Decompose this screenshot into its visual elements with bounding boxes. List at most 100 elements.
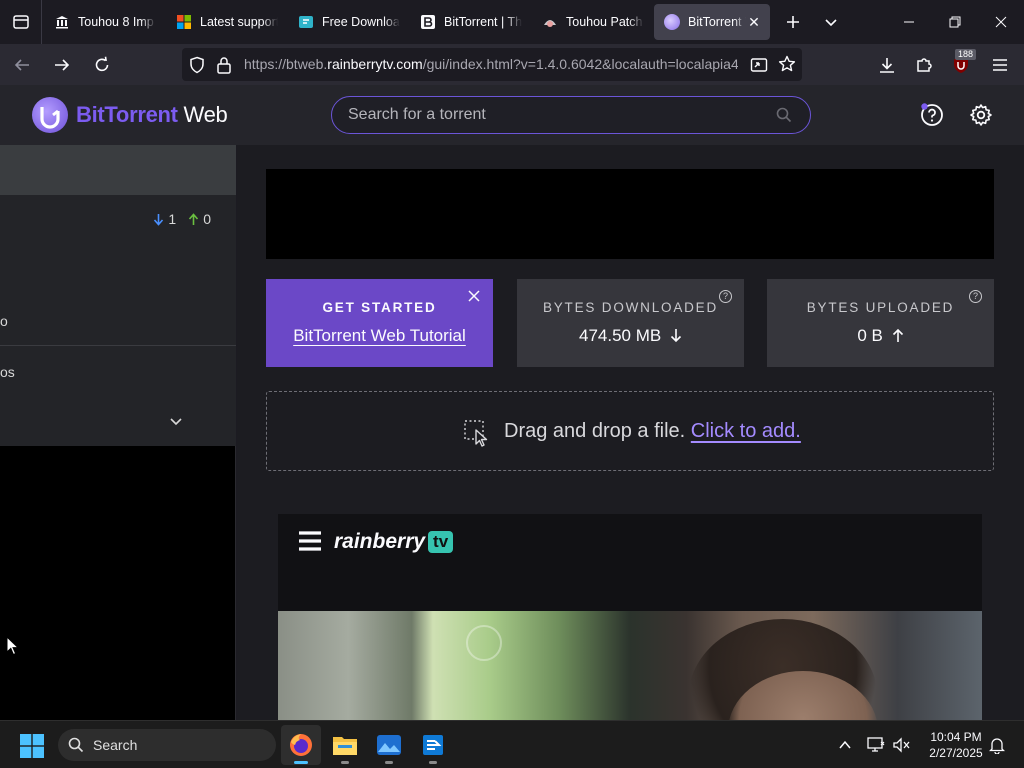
sidebar-torrent-panel (0, 195, 236, 446)
click-to-add-link[interactable]: Click to add. (691, 420, 801, 442)
taskbar-search-label: Search (93, 737, 138, 753)
sidebar-divider (0, 345, 236, 346)
get-started-card[interactable]: GET STARTED BitTorrent Web Tutorial (266, 279, 493, 367)
browser-tab[interactable]: Latest support (166, 4, 286, 40)
tab-title: BitTorrent W (688, 15, 746, 29)
download-icon (880, 57, 894, 73)
windows-taskbar: Search 10:04 PM 2/27/2025 (0, 720, 1024, 768)
taskbar-file-explorer[interactable] (325, 725, 365, 765)
active-indicator (294, 761, 308, 764)
drop-zone-text: Drag and drop a file. Click to add. (504, 420, 801, 443)
extension-badge: 188 (955, 49, 977, 60)
taskbar-photos[interactable] (369, 725, 409, 765)
bittorrent-b-icon (420, 14, 436, 30)
new-tab-button[interactable] (774, 4, 812, 40)
volume-button[interactable] (891, 735, 911, 755)
clock-time: 10:04 PM (930, 730, 982, 744)
bytes-downloaded-value: 474.50 MB (517, 326, 744, 346)
expand-button[interactable] (168, 413, 184, 429)
taskbar-remote-app[interactable] (413, 725, 453, 765)
tutorial-link[interactable]: BitTorrent Web Tutorial (266, 326, 493, 346)
get-started-title: GET STARTED (322, 300, 437, 315)
extensions-button[interactable] (906, 44, 942, 85)
url-bar[interactable]: https://btweb.rainberrytv.com/gui/index.… (182, 48, 802, 81)
museum-icon (54, 14, 70, 30)
play-icon[interactable] (466, 625, 502, 661)
search-icon (68, 737, 84, 753)
lock-icon[interactable] (216, 56, 232, 74)
folder-icon (333, 737, 357, 755)
bookmark-star-icon[interactable] (778, 55, 796, 73)
torrent-search-input[interactable] (348, 105, 748, 125)
running-indicator (341, 761, 349, 764)
sidebar-item[interactable]: os (0, 364, 15, 380)
list-all-tabs-button[interactable] (812, 4, 850, 40)
browser-tab-strip: Touhou 8 Imp Latest support Free Downloa… (0, 0, 1024, 44)
chevron-down-icon (170, 418, 182, 426)
bytes-downloaded-title: BYTES DOWNLOADED (542, 300, 719, 315)
help-button[interactable] (919, 102, 945, 128)
taskbar-search[interactable]: Search (58, 729, 276, 761)
restore-button[interactable] (932, 0, 978, 44)
hamburger-menu-icon[interactable] (299, 531, 321, 551)
rainberry-tv-badge: tv (428, 531, 454, 553)
taskbar-clock[interactable]: 10:04 PM 2/27/2025 (916, 729, 996, 761)
app-menu-button[interactable] (982, 44, 1018, 85)
restore-icon (949, 16, 961, 28)
plus-icon (787, 16, 799, 28)
network-button[interactable] (866, 735, 886, 755)
show-hidden-icons-button[interactable] (835, 735, 855, 755)
forward-button[interactable] (44, 49, 80, 81)
minimize-button[interactable] (886, 0, 932, 44)
running-indicator (429, 761, 437, 764)
search-icon[interactable] (776, 107, 792, 123)
browser-tab[interactable]: Free Downloa (288, 4, 408, 40)
help-circle-icon[interactable]: ? (719, 290, 732, 303)
mouse-cursor-icon (6, 636, 20, 656)
tab-list-button[interactable] (0, 0, 42, 44)
downloads-button[interactable] (869, 44, 905, 85)
close-window-button[interactable] (978, 0, 1024, 44)
arrow-left-icon (14, 58, 29, 71)
gear-icon (970, 104, 992, 126)
sidebar-selected-item[interactable] (0, 145, 236, 195)
tab-list-icon (12, 15, 29, 29)
sidebar-item[interactable]: o (0, 313, 8, 329)
logo-brand: BitTorrent (76, 102, 178, 127)
notifications-button[interactable] (987, 735, 1007, 755)
browser-tab[interactable]: Touhou 8 Imp (44, 4, 164, 40)
tracking-shield-icon[interactable] (188, 56, 206, 74)
download-site-icon (298, 14, 314, 30)
upload-count: 0 (203, 211, 211, 227)
browser-tab[interactable]: BitTorrent | The (410, 4, 530, 40)
ublock-extension-button[interactable]: 188 (943, 44, 979, 85)
network-display-icon (867, 737, 885, 752)
close-tab-icon[interactable]: ✕ (746, 14, 762, 31)
torrent-search-box[interactable] (331, 96, 811, 134)
remote-app-icon (423, 735, 443, 755)
upload-arrow-icon (189, 212, 199, 225)
uploaded-amount: 0 B (857, 326, 883, 345)
reload-button[interactable] (84, 49, 120, 81)
photos-icon (377, 735, 401, 755)
taskbar-firefox[interactable] (281, 725, 321, 765)
download-arrow-icon (154, 213, 164, 226)
close-icon[interactable] (467, 289, 481, 303)
picture-in-picture-icon[interactable] (750, 56, 768, 74)
rainberry-logo[interactable]: rainberry tv (334, 530, 454, 554)
rainberry-ad-panel[interactable]: rainberry tv (278, 514, 982, 720)
bittorrent-web-logo[interactable]: BitTorrent Web (32, 97, 228, 133)
browser-tab-active[interactable]: BitTorrent W ✕ (654, 4, 770, 40)
video-thumbnail[interactable] (278, 611, 982, 720)
file-drop-zone[interactable]: Drag and drop a file. Click to add. (266, 391, 994, 471)
bytes-uploaded-title: BYTES UPLOADED (806, 300, 955, 315)
browser-tab[interactable]: Touhou Patch (532, 4, 652, 40)
bytes-uploaded-value: 0 B (767, 326, 994, 346)
help-circle-icon[interactable]: ? (969, 290, 982, 303)
settings-button[interactable] (968, 102, 994, 128)
windows-start-icon[interactable] (20, 734, 44, 758)
microsoft-icon (176, 14, 192, 30)
back-button[interactable] (4, 49, 40, 81)
url-text[interactable]: https://btweb.rainberrytv.com/gui/index.… (244, 56, 738, 72)
main-content: GET STARTED BitTorrent Web Tutorial BYTE… (237, 145, 1024, 720)
